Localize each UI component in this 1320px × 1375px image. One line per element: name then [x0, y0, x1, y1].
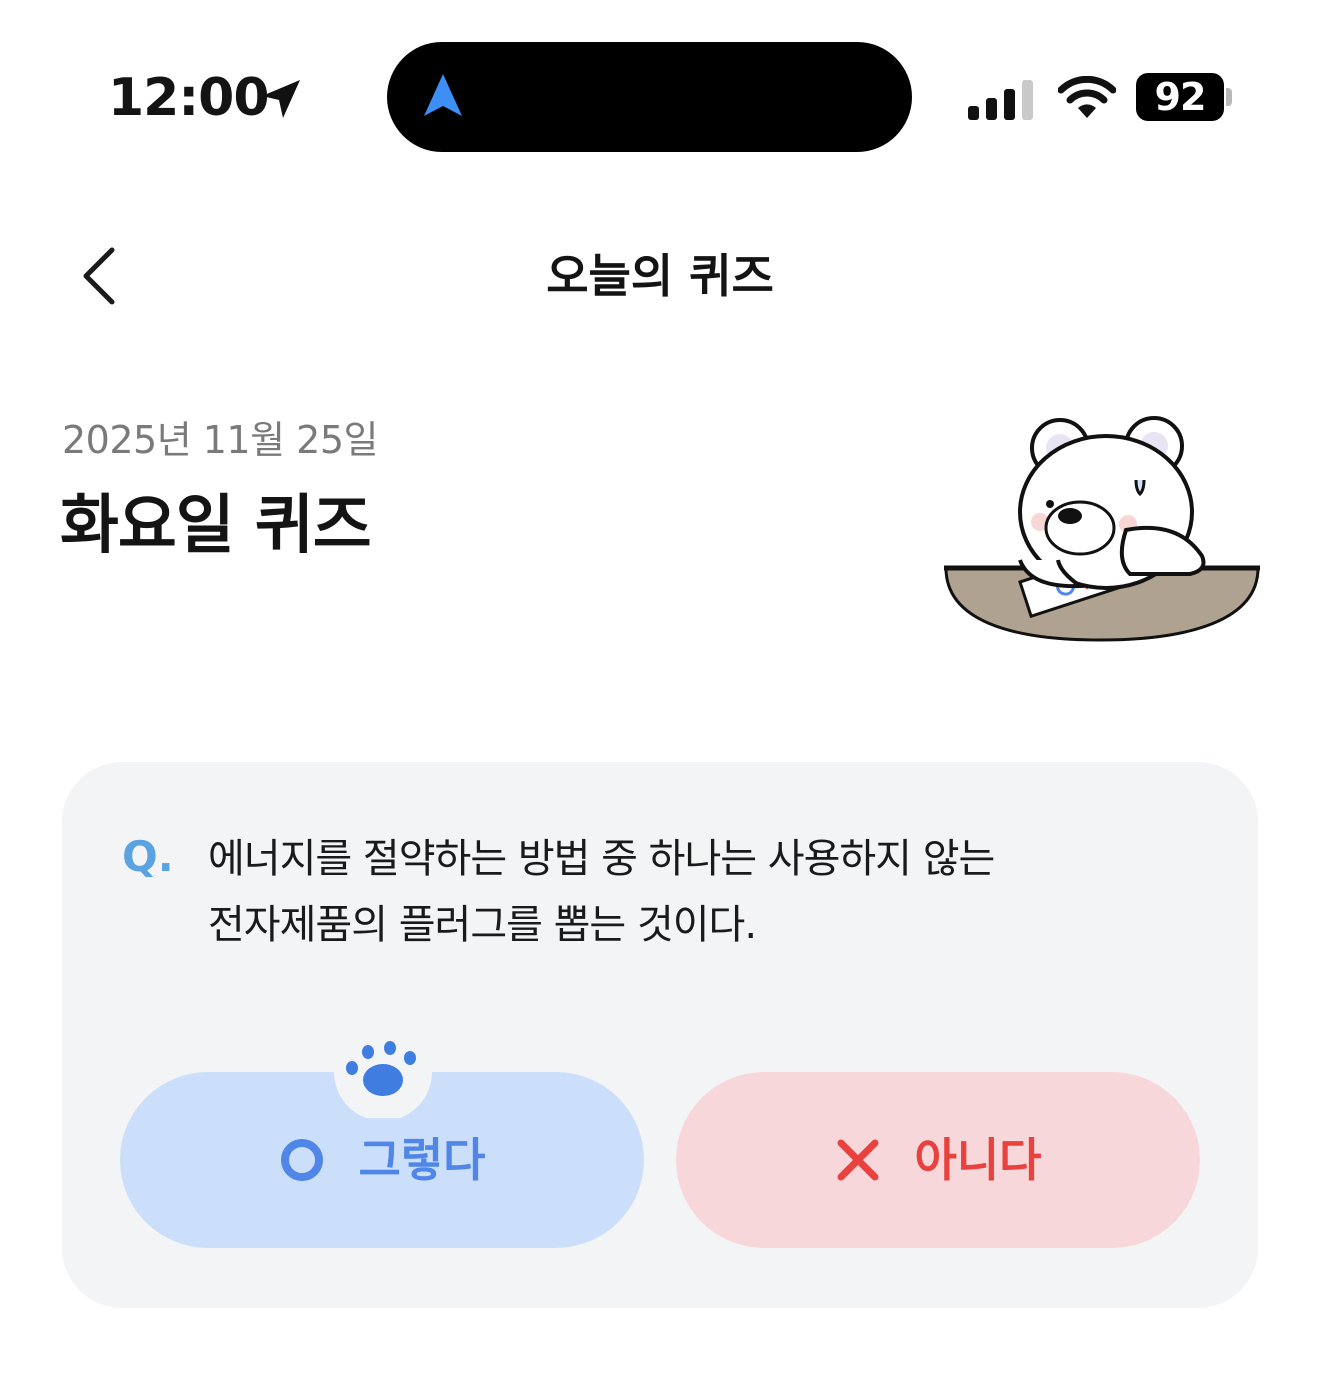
question-text: 에너지를 절약하는 방법 중 하나는 사용하지 않는 전자제품의 플러그를 뽑는…: [208, 826, 1138, 958]
chevron-left-icon[interactable]: [70, 240, 130, 310]
question-prefix: Q.: [122, 832, 174, 881]
answer-yes-label: 그렇다: [358, 1133, 486, 1187]
page-title: 오늘의 퀴즈: [546, 249, 774, 303]
answer-no-label: 아니다: [914, 1133, 1042, 1187]
wifi-icon: [1058, 76, 1116, 118]
status-time: 12:00: [108, 68, 270, 128]
battery-level: 92: [1136, 73, 1224, 121]
paw-icon: [334, 1032, 432, 1118]
location-arrow-icon: [262, 80, 300, 118]
circle-o-icon: [280, 1139, 323, 1181]
answer-no-button[interactable]: 아니다: [676, 1072, 1200, 1248]
navigation-arrow-icon: [424, 74, 462, 116]
question-line-1: 에너지를 절약하는 방법 중 하나는 사용하지 않는: [208, 836, 995, 882]
battery-nub: [1226, 88, 1232, 106]
quiz-date: 2025년 11월 25일: [62, 418, 378, 462]
cellular-signal-icon: [968, 80, 1033, 120]
x-icon: [837, 1139, 879, 1181]
question-line-2: 전자제품의 플러그를 뽑는 것이다.: [208, 902, 757, 948]
bear-illustration: [944, 416, 1260, 642]
quiz-title: 화요일 퀴즈: [60, 489, 372, 563]
